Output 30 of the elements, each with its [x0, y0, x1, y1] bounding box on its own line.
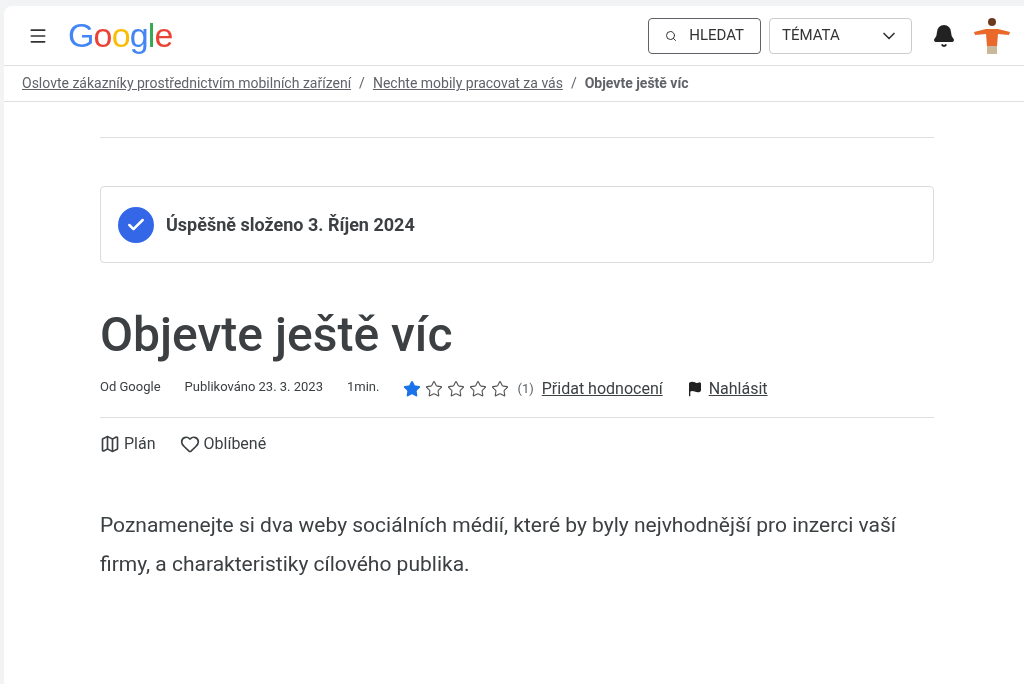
report-link[interactable]: Nahlásit	[708, 377, 768, 401]
add-rating-link[interactable]: Přidat hodnocení	[541, 377, 663, 401]
star-icon	[403, 380, 422, 398]
breadcrumb-current: Objevte ještě víc	[584, 74, 689, 93]
star-icon	[425, 380, 444, 398]
breadcrumb-separator: /	[359, 74, 365, 93]
topics-dropdown[interactable]: TÉMATA	[769, 17, 912, 54]
plan-button[interactable]: Plán	[100, 432, 156, 456]
flag-icon	[686, 381, 703, 397]
avatar-figure-icon[interactable]	[972, 15, 1012, 56]
search-button[interactable]: HLEDAT	[648, 17, 761, 54]
search-icon	[665, 29, 678, 42]
author-text: Od Google	[100, 378, 161, 397]
breadcrumb-separator: /	[570, 74, 577, 93]
bell-icon	[932, 23, 956, 48]
logo[interactable]: Google	[68, 10, 173, 61]
body-text: Poznamenejte si dva weby sociálních médií, které by byly nejvhodnější pro inzerci vaší firmy, a charakteristiky cílového publika.	[100, 512, 897, 578]
reading-time: 1min.	[347, 378, 380, 397]
breadcrumb-link[interactable]: Oslovte zákazníky prostřednictvím mobilních zařízení	[22, 73, 352, 94]
star-icon	[469, 380, 488, 398]
rating-count: (1)	[517, 380, 534, 399]
page-title: Objevte ještě víc	[100, 305, 454, 365]
breadcrumb-link[interactable]: Nechte mobily pracovat za vás	[372, 73, 563, 94]
star-icon	[491, 380, 510, 398]
star-icon	[447, 380, 466, 398]
heart-icon	[179, 434, 200, 454]
published-date: Publikováno 23. 3. 2023	[184, 378, 323, 397]
completion-text: Úspěšně složeno 3. Říjen 2024	[166, 213, 415, 237]
favorite-button[interactable]: Oblíbené	[179, 432, 267, 456]
map-icon	[100, 434, 120, 454]
